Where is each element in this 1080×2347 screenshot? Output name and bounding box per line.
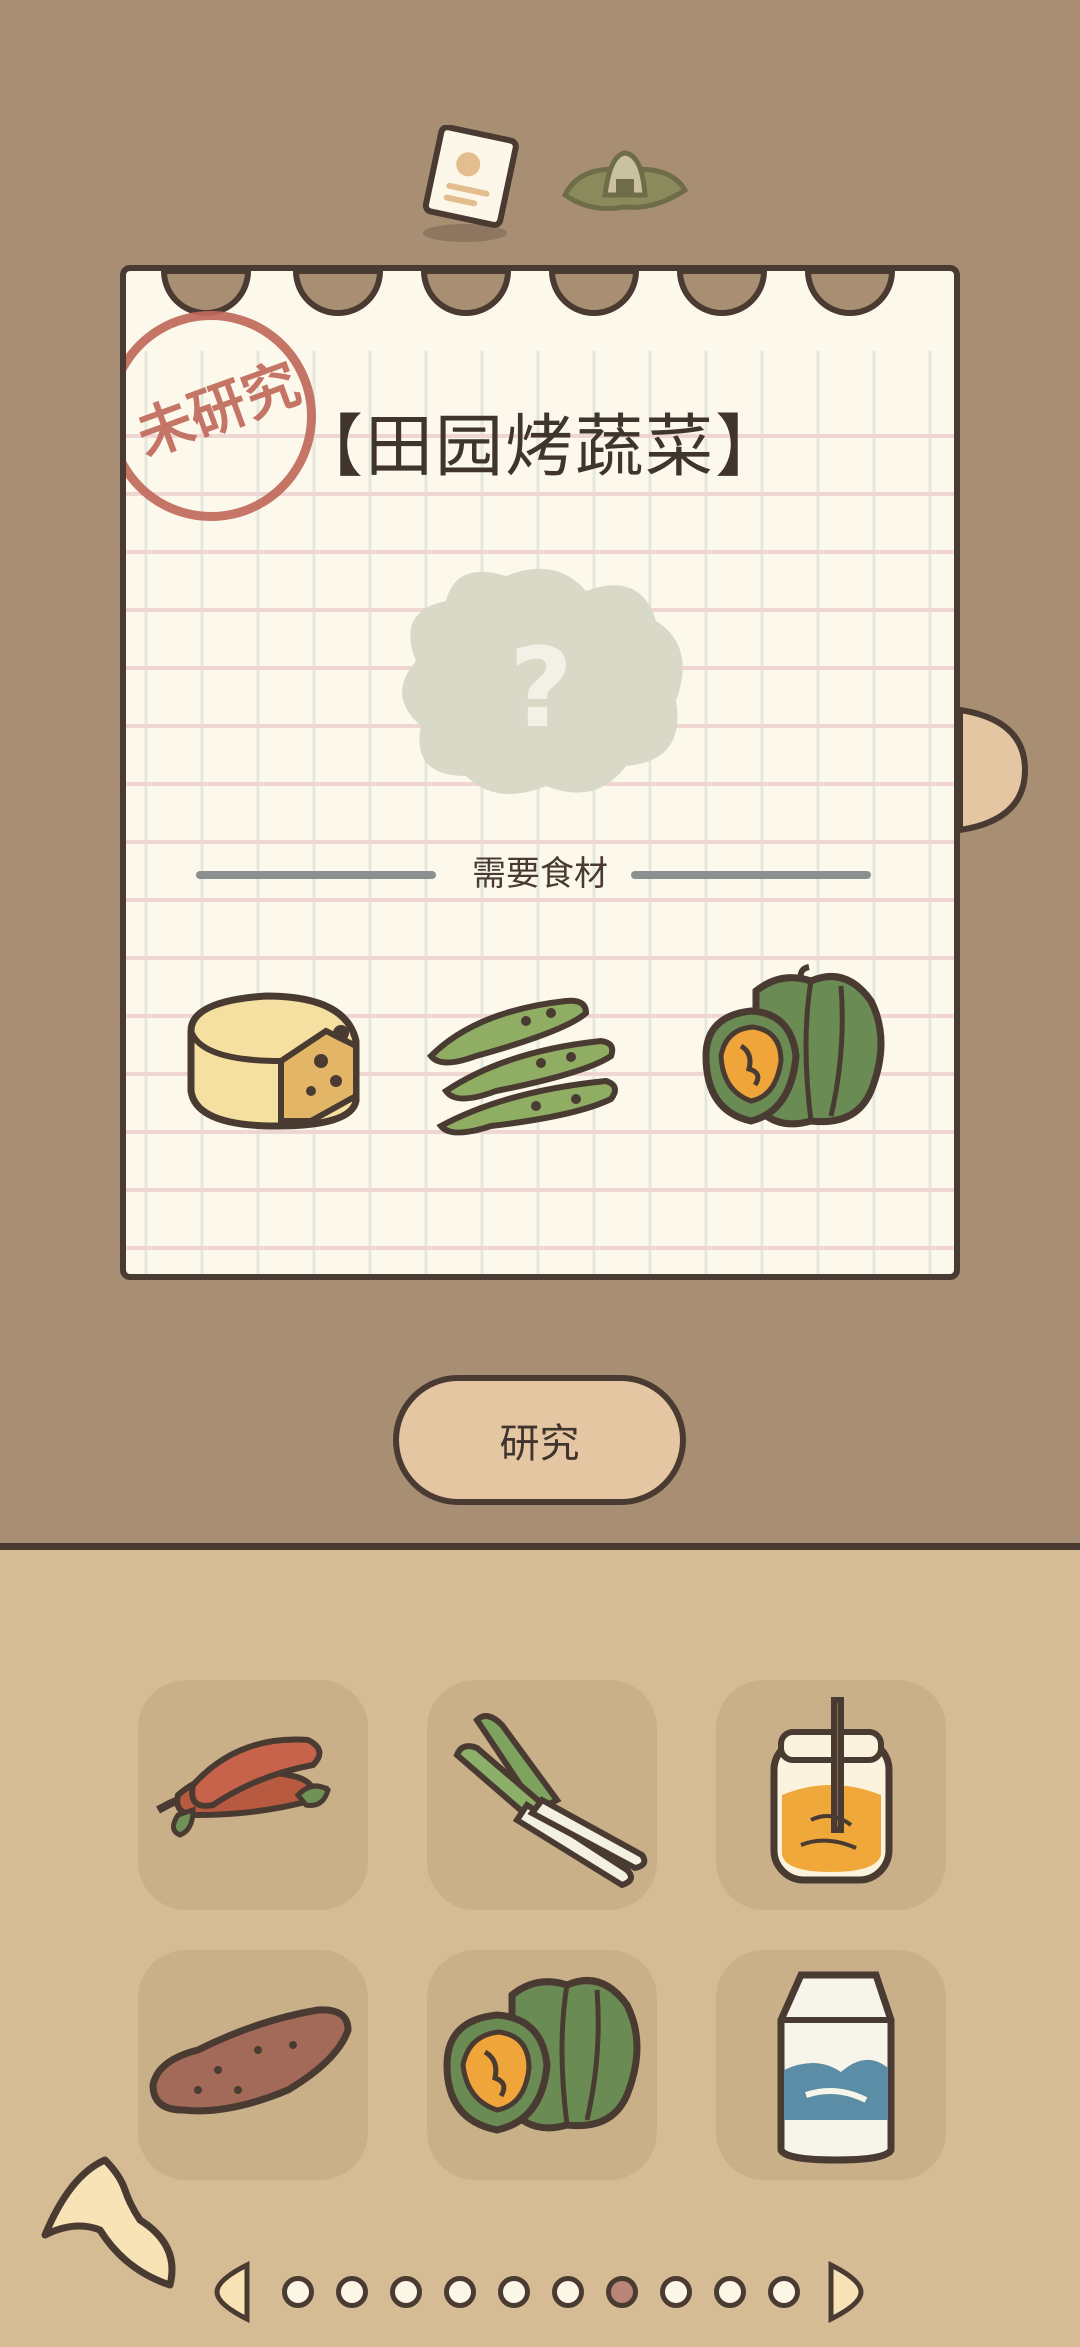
inventory-slot-chili[interactable]	[138, 1680, 368, 1910]
header-icons	[390, 115, 710, 245]
sweet-potato-icon	[149, 2006, 352, 2115]
chili-pepper-icon	[156, 1736, 331, 1838]
page-dot[interactable]	[768, 2276, 800, 2308]
inventory-slot-sweet-potato[interactable]	[138, 1950, 368, 2180]
milk-carton-icon	[777, 1971, 895, 2164]
inventory-slot-milk[interactable]	[716, 1950, 946, 2180]
unknown-symbol: ?	[509, 624, 573, 752]
page-dot[interactable]	[714, 2276, 746, 2308]
page-dot[interactable]	[390, 2276, 422, 2308]
unknown-dish-icon: ?	[402, 568, 683, 794]
page-dot[interactable]	[444, 2276, 476, 2308]
honey-jar-icon	[770, 1697, 893, 1884]
research-button[interactable]: 研究	[393, 1375, 686, 1505]
recipe-card: 未研究 【田园烤蔬菜】 ? 需要食材	[120, 265, 960, 1280]
page-dot[interactable]	[282, 2276, 314, 2308]
edamame-icon	[427, 997, 618, 1136]
next-page-arrow-icon[interactable]	[826, 2260, 866, 2324]
next-page-tab[interactable]	[955, 705, 1030, 835]
pumpkin-icon	[443, 1977, 641, 2134]
page-indicator	[0, 2260, 1080, 2324]
inventory-slot-pumpkin[interactable]	[427, 1950, 657, 2180]
page-dot[interactable]	[336, 2276, 368, 2308]
page-dot[interactable]	[660, 2276, 692, 2308]
green-onion-icon	[453, 1713, 648, 1889]
inventory-slot-green-onion[interactable]	[427, 1680, 657, 1910]
required-divider-right	[631, 871, 871, 879]
page-dot[interactable]	[498, 2276, 530, 2308]
prev-page-arrow-icon[interactable]	[212, 2260, 252, 2324]
inventory-slot-honey[interactable]	[716, 1680, 946, 1910]
recipe-title: 【田园烤蔬菜】	[294, 408, 785, 487]
section-divider	[0, 1543, 1080, 1550]
rice-ball-icon[interactable]	[550, 135, 700, 235]
cheese-icon	[187, 992, 360, 1130]
page-dot[interactable]	[552, 2276, 584, 2308]
recipe-note-icon[interactable]	[410, 125, 530, 245]
pumpkin-icon	[702, 964, 885, 1128]
page-dot[interactable]	[606, 2276, 638, 2308]
